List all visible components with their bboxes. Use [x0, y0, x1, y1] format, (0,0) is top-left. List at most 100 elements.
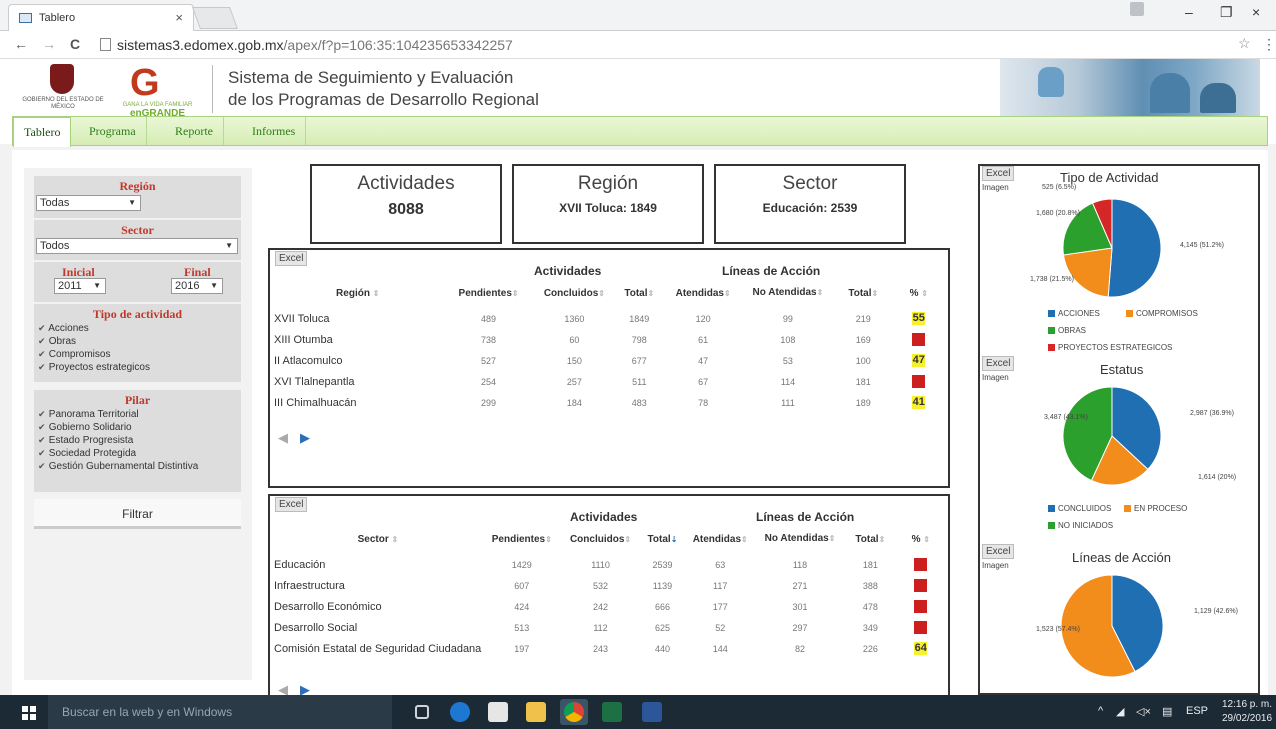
table-row[interactable]: Desarrollo Económico 424 242 666 177 301 478 37 — [274, 596, 946, 617]
notification-icon[interactable]: ▤ — [1162, 705, 1172, 718]
nav-tablero[interactable]: Tablero — [13, 117, 72, 147]
excel-icon[interactable] — [602, 702, 622, 722]
pie-slice-acciones[interactable] — [1107, 198, 1162, 298]
table-row[interactable]: Infraestructura 607 532 1139 117 271 388 30 — [274, 575, 946, 596]
reload-button[interactable]: C — [70, 36, 80, 52]
table-row[interactable]: Comisión Estatal de Seguridad Ciudadana 1… — [274, 638, 946, 659]
excel-export-button[interactable]: Excel — [275, 251, 308, 266]
volume-icon[interactable]: ◁× — [1136, 705, 1151, 718]
image-export-link[interactable]: Imagen — [982, 184, 1009, 192]
column-header[interactable]: Región ⇕ — [274, 278, 441, 308]
gobierno-logo[interactable]: GOBIERNO DEL ESTADO DE MÉXICO — [18, 64, 108, 116]
excel-export-button[interactable]: Excel — [982, 166, 1015, 181]
forward-button[interactable]: → — [42, 36, 56, 52]
column-header[interactable]: % ⇕ — [896, 524, 946, 554]
pilar-checkbox[interactable]: ✔ Panorama Territorial — [34, 408, 241, 421]
next-page-icon[interactable]: ▶ — [300, 430, 310, 446]
excel-export-button[interactable]: Excel — [982, 356, 1015, 371]
word-icon[interactable] — [642, 702, 662, 722]
column-header[interactable]: No Atendidas⇕ — [741, 278, 835, 308]
coat-of-arms-icon — [50, 64, 74, 94]
sort-icon: ⇕ — [828, 534, 836, 543]
prev-page-icon[interactable]: ◀ — [278, 682, 288, 695]
inicial-select[interactable]: 2011 ▼ — [54, 278, 106, 294]
column-header[interactable]: Pendientes⇕ — [482, 524, 562, 554]
browser-menu-icon[interactable]: ⋮ — [1262, 36, 1276, 53]
table-row[interactable]: Educación 1429 1110 2539 63 118 181 35 — [274, 554, 946, 575]
tray-up-arrow-icon[interactable]: ^ — [1098, 705, 1103, 717]
file-explorer-icon[interactable] — [526, 702, 546, 722]
pilar-checkbox[interactable]: ✔ Gobierno Solidario — [34, 421, 241, 434]
store-icon[interactable] — [488, 702, 508, 722]
nav-informes[interactable]: Informes — [242, 117, 307, 145]
network-icon[interactable]: ◢ — [1116, 705, 1124, 718]
main-nav: Tablero Programa Reporte Informes — [12, 116, 1268, 147]
column-header[interactable]: Total⇕ — [613, 278, 665, 308]
kpi-region-label: Región — [577, 173, 639, 194]
column-header[interactable]: Atendidas⇕ — [686, 524, 755, 554]
table-row[interactable]: Desarrollo Social 513 112 625 52 297 349 15 — [274, 617, 946, 638]
column-header[interactable]: Concluidos⇕ — [562, 524, 640, 554]
url-field[interactable]: sistemas3.edomex.gob.mx/apex/f?p=106:35:… — [96, 34, 1246, 56]
windows-start-icon[interactable] — [22, 706, 36, 720]
image-export-link[interactable]: Imagen — [982, 562, 1009, 570]
excel-export-button[interactable]: Excel — [275, 497, 308, 512]
edge-browser-icon[interactable] — [450, 702, 470, 722]
sector-select[interactable]: Todos ▼ — [36, 238, 238, 254]
language-indicator[interactable]: ESP — [1186, 705, 1208, 717]
prev-page-icon[interactable]: ◀ — [278, 430, 288, 446]
column-header[interactable]: % ⇕ — [892, 278, 946, 308]
tipo-checkbox-acciones[interactable]: ✔ Acciones — [34, 322, 241, 335]
table-row[interactable]: XVI Tlalnepantla 254 257 511 67 114 181 37 — [274, 371, 946, 392]
column-header[interactable]: Sector ⇕ — [274, 524, 482, 554]
pie-slice-compromisos[interactable] — [1062, 247, 1113, 298]
table-cell: 388 — [862, 580, 878, 591]
pct-cell: 30 — [896, 575, 946, 596]
pilar-checkbox[interactable]: ✔ Gestión Gubernamental Distintiva — [34, 460, 241, 473]
table-row[interactable]: XIII Otumba 738 60 798 61 108 169 36 — [274, 329, 946, 350]
column-header[interactable]: No Atendidas⇕ — [755, 524, 845, 554]
filter-button[interactable]: Filtrar — [34, 499, 241, 529]
nav-reporte[interactable]: Reporte — [165, 117, 224, 145]
pilar-checkbox[interactable]: ✔ Estado Progresista — [34, 434, 241, 447]
table-cell: 114 — [780, 376, 796, 387]
check-icon: ✔ — [38, 461, 46, 471]
maximize-button[interactable]: ❐ — [1220, 4, 1233, 21]
bookmark-star-icon[interactable]: ☆ — [1238, 35, 1251, 52]
table-row[interactable]: XVII Toluca 489 1360 1849 120 99 219 55 — [274, 308, 946, 329]
clock-date[interactable]: 29/02/2016 — [1222, 713, 1272, 724]
taskbar-search[interactable]: Buscar en la web y en Windows — [48, 695, 392, 729]
checkbox-label: Estado Progresista — [48, 435, 134, 446]
browser-tab[interactable]: Tablero × — [8, 4, 194, 31]
column-header[interactable]: Total⇕ — [835, 278, 892, 308]
image-export-link[interactable]: Imagen — [982, 374, 1009, 382]
kpi-region-value: XVII Toluca: 1849 — [559, 201, 657, 215]
nav-programa[interactable]: Programa — [79, 117, 147, 145]
minimize-button[interactable]: – — [1185, 4, 1193, 20]
table-cell: 1429 — [511, 559, 532, 570]
pct-badge: 55 — [912, 312, 926, 325]
clock-time[interactable]: 12:16 p. m. — [1222, 699, 1272, 710]
column-header[interactable]: Total⇣ — [639, 524, 685, 554]
table-row[interactable]: III Chimalhuacán 299 184 483 78 111 189 41 — [274, 392, 946, 413]
close-window-button[interactable]: × — [1252, 4, 1260, 20]
chrome-active-icon[interactable] — [560, 699, 588, 725]
back-button[interactable]: ← — [14, 36, 28, 52]
new-tab-button[interactable] — [191, 7, 239, 29]
final-select[interactable]: 2016 ▼ — [171, 278, 223, 294]
task-view-icon[interactable] — [415, 705, 429, 719]
tipo-checkbox-obras[interactable]: ✔ Obras — [34, 335, 241, 348]
pilar-checkbox[interactable]: ✔ Sociedad Protegida — [34, 447, 241, 460]
column-header[interactable]: Atendidas⇕ — [665, 278, 740, 308]
column-header[interactable]: Total⇕ — [845, 524, 895, 554]
table-row[interactable]: II Atlacomulco 527 150 677 47 53 100 47 — [274, 350, 946, 371]
next-page-icon[interactable]: ▶ — [300, 682, 310, 695]
user-avatar-icon[interactable] — [1130, 2, 1144, 16]
column-header[interactable]: Concluidos⇕ — [536, 278, 613, 308]
region-select[interactable]: Todas ▼ — [36, 195, 141, 211]
tipo-checkbox-compromisos[interactable]: ✔ Compromisos — [34, 348, 241, 361]
tipo-checkbox-proyectos[interactable]: ✔ Proyectos estrategicos — [34, 361, 241, 374]
tab-close-icon[interactable]: × — [175, 10, 183, 25]
excel-export-button[interactable]: Excel — [982, 544, 1015, 559]
column-header[interactable]: Pendientes⇕ — [441, 278, 535, 308]
